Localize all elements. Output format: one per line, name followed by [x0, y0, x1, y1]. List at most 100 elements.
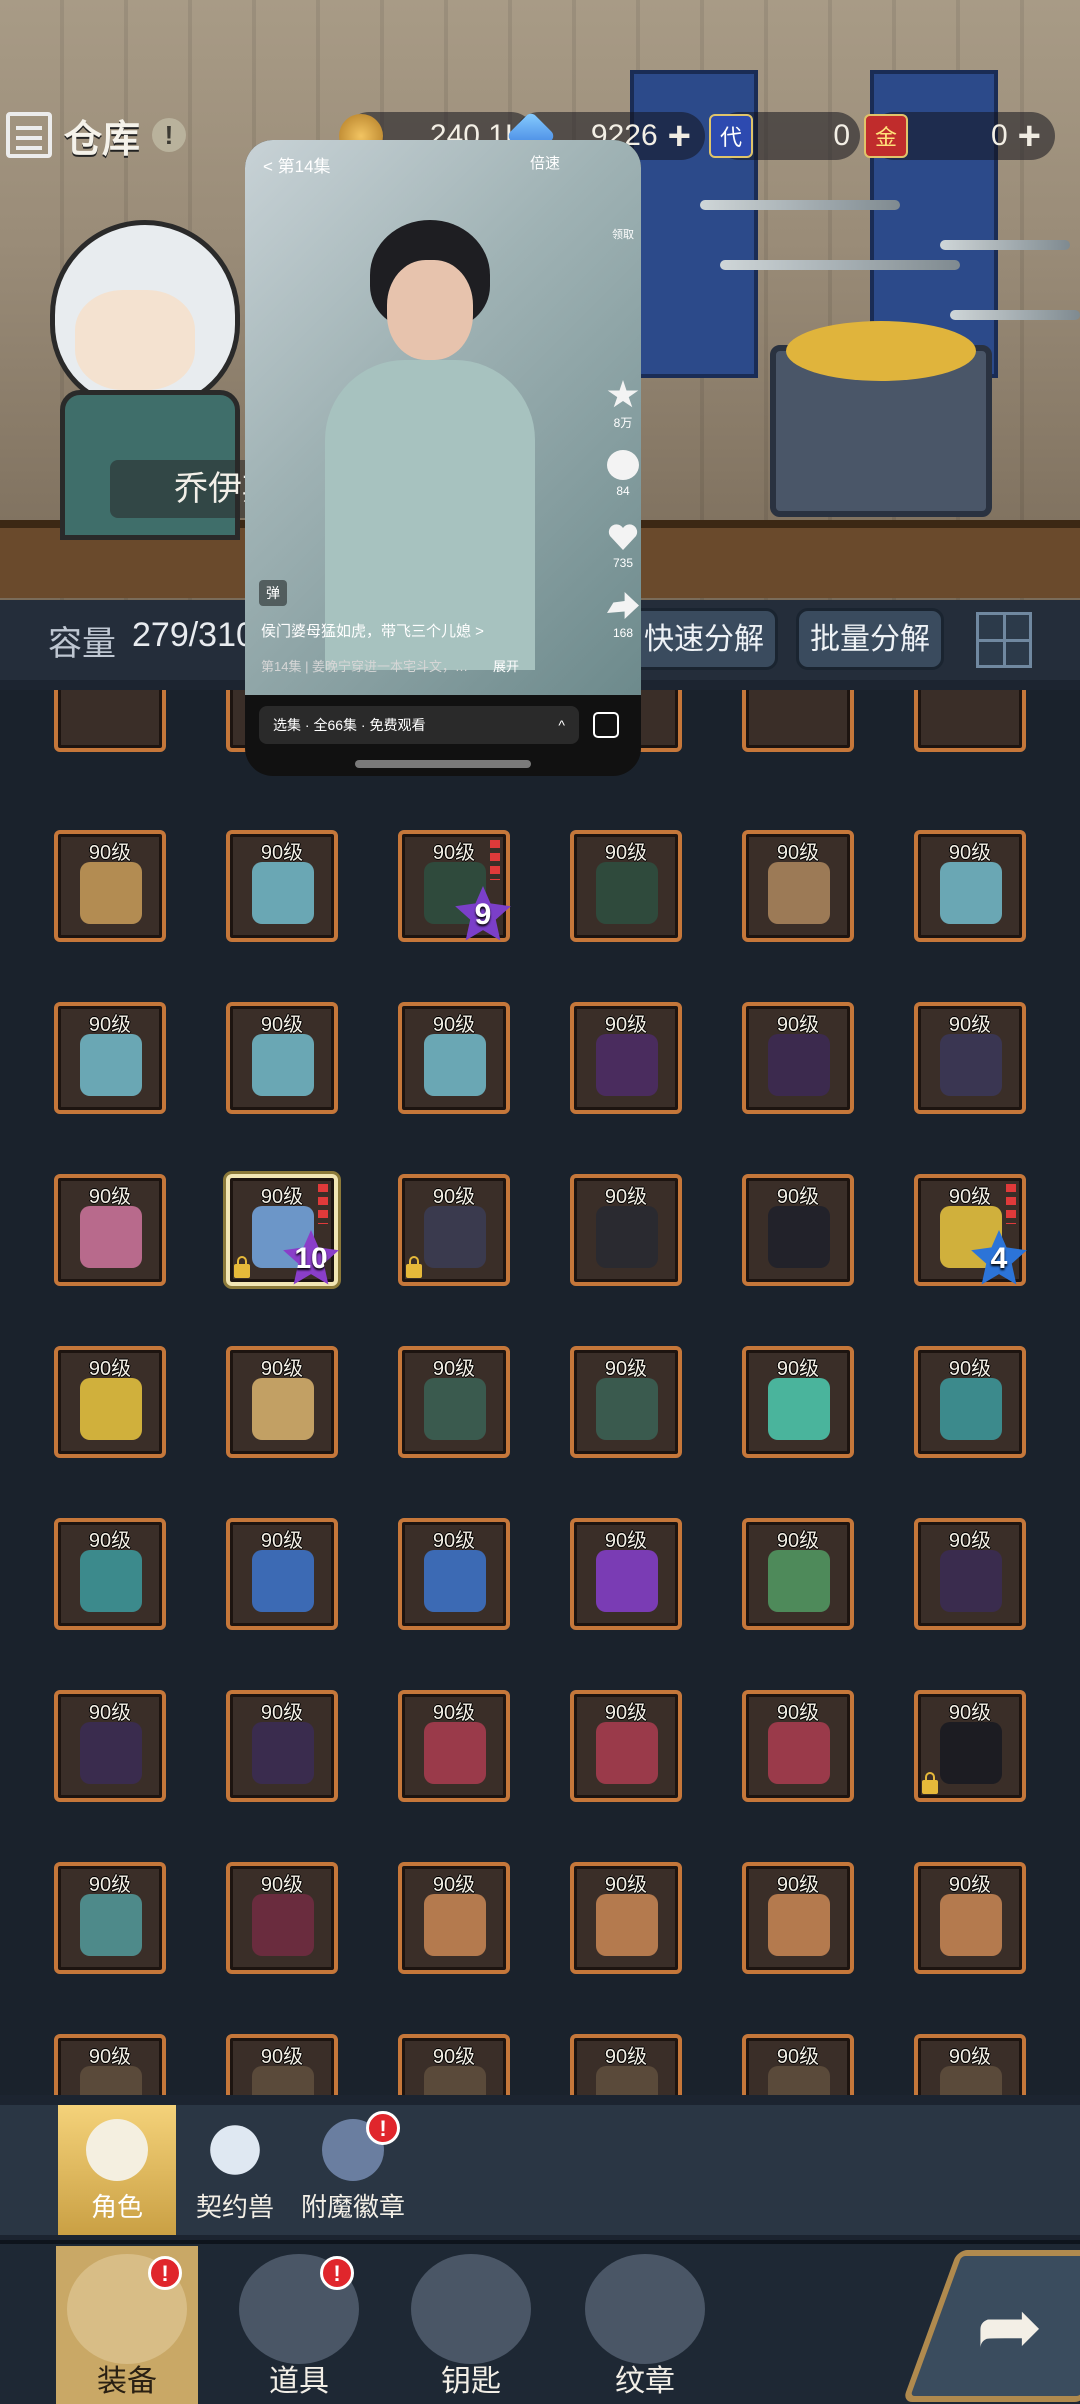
inventory-item[interactable]: 90级: [742, 830, 854, 942]
inventory-item[interactable]: 90级: [54, 1346, 166, 1458]
like-button[interactable]: 735: [605, 522, 641, 570]
inventory-item[interactable]: 90级: [570, 1174, 682, 1286]
inventory-item[interactable]: 90级: [226, 830, 338, 942]
drag-handle[interactable]: [355, 760, 531, 768]
inventory-item[interactable]: 90级: [54, 830, 166, 942]
inventory-item[interactable]: 90级: [226, 1346, 338, 1458]
blue-amulet-icon: [424, 1550, 486, 1612]
inventory-item[interactable]: 90级: [398, 1690, 510, 1802]
fullscreen-icon[interactable]: [593, 712, 619, 738]
item-level: 90级: [776, 1014, 820, 1036]
inventory-item[interactable]: 90级: [54, 2034, 166, 2095]
lock-icon: [234, 1256, 250, 1278]
bead-necklace-icon: [768, 1550, 830, 1612]
inventory-item[interactable]: 90级: [54, 1174, 166, 1286]
character-tabs: 角色 契约兽 附魔徽章 !: [0, 2105, 1080, 2235]
tab-enchant-emblem[interactable]: 附魔徽章 !: [294, 2105, 412, 2235]
item-level: 90级: [88, 1358, 132, 1380]
add-gold-card-button[interactable]: +: [1018, 112, 1055, 160]
episode-back[interactable]: < 第14集: [263, 152, 331, 177]
nav-equipment[interactable]: 装备 !: [56, 2246, 198, 2404]
teal-amulet-icon: [80, 1550, 142, 1612]
inventory-item[interactable]: 90级: [226, 1002, 338, 1114]
inventory-item[interactable]: [914, 690, 1026, 752]
inventory-item[interactable]: [742, 690, 854, 752]
inventory-item[interactable]: 90级: [914, 1862, 1026, 1974]
inventory-item[interactable]: 90级: [54, 1002, 166, 1114]
emblem-icon: [585, 2254, 705, 2364]
inventory-item[interactable]: 90级: [54, 1690, 166, 1802]
favorite-button[interactable]: 8万: [605, 380, 641, 431]
inventory-item[interactable]: 90级: [570, 830, 682, 942]
inventory-item[interactable]: 90级: [742, 2034, 854, 2095]
inventory-item[interactable]: 90级 4: [914, 1174, 1027, 1286]
share-button[interactable]: 168: [605, 592, 641, 640]
inventory-item[interactable]: 90级: [742, 1518, 854, 1630]
nav-emblems[interactable]: 纹章: [574, 2246, 716, 2404]
inventory-item[interactable]: 90级: [570, 1862, 682, 1974]
inventory-item[interactable]: 90级: [742, 1002, 854, 1114]
inventory-item[interactable]: 90级: [742, 1690, 854, 1802]
voucher-icon: 代: [709, 114, 753, 158]
item-level: 90级: [432, 1186, 476, 1208]
inventory-item[interactable]: 90级 10: [226, 1174, 339, 1286]
item-level: 90级: [432, 1530, 476, 1552]
expand-link[interactable]: 展开: [493, 656, 519, 675]
inventory-item[interactable]: 90级: [742, 1174, 854, 1286]
inventory-item[interactable]: [54, 690, 166, 752]
inventory-item[interactable]: 90级: [914, 1690, 1026, 1802]
video-title[interactable]: 侯门婆母猛如虎，带飞三个儿媳 >: [261, 620, 484, 641]
danmaku-toggle[interactable]: 弹: [259, 580, 287, 606]
item-level: 90级: [604, 1702, 648, 1724]
item-level: 90级: [88, 1702, 132, 1724]
item-level: 90级: [260, 2046, 304, 2068]
inventory-item[interactable]: 90级: [914, 1346, 1026, 1458]
inventory-item[interactable]: 90级: [914, 1518, 1026, 1630]
info-badge[interactable]: !: [152, 118, 187, 152]
gem-slots-icon: [318, 1184, 328, 1224]
nav-keys[interactable]: 钥匙: [400, 2246, 542, 2404]
inventory-item[interactable]: 90级: [54, 1518, 166, 1630]
inventory-item[interactable]: 90级: [742, 1862, 854, 1974]
inventory-item[interactable]: 90级: [398, 1174, 510, 1286]
video-subtitle: 第14集 | 姜晚宁穿进一本宅斗文，…: [261, 659, 469, 674]
inventory-item[interactable]: 90级: [54, 1862, 166, 1974]
inventory-item[interactable]: 90级: [570, 1002, 682, 1114]
tab-character[interactable]: 角色: [58, 2105, 176, 2235]
inventory-item[interactable]: 90级: [398, 1346, 510, 1458]
inventory-item[interactable]: 90级: [226, 1862, 338, 1974]
batch-disassemble-button[interactable]: 批量分解: [796, 608, 944, 670]
paw-icon: [210, 2125, 260, 2175]
inventory-item[interactable]: 90级: [226, 1518, 338, 1630]
quick-disassemble-button[interactable]: 快速分解: [630, 608, 778, 670]
comment-button[interactable]: 84: [605, 450, 641, 498]
episode-selector[interactable]: 选集 · 全66集 · 免费观看 ^: [259, 706, 579, 744]
inventory-item[interactable]: 90级: [914, 1002, 1026, 1114]
inventory-item[interactable]: 90级 9: [398, 830, 511, 942]
inventory-item[interactable]: 90级: [398, 1518, 510, 1630]
inventory-item[interactable]: 90级: [398, 1002, 510, 1114]
inventory-item[interactable]: 90级: [398, 2034, 510, 2095]
speed-button[interactable]: 倍速: [530, 152, 560, 173]
inventory-item[interactable]: 90级: [226, 2034, 338, 2095]
inventory-item[interactable]: 90级: [226, 1690, 338, 1802]
item-level: 90级: [604, 1358, 648, 1380]
inventory-item[interactable]: 90级: [570, 2034, 682, 2095]
inventory-item[interactable]: 90级: [742, 1346, 854, 1458]
inventory-item[interactable]: 90级: [914, 2034, 1026, 2095]
inventory-item[interactable]: 90级: [570, 1346, 682, 1458]
floating-video-player[interactable]: < 第14集 倍速 领取 8万 84 735 168 弹 侯门婆母猛如虎，带飞三…: [245, 140, 641, 776]
inventory-item[interactable]: 90级: [914, 830, 1026, 942]
inventory-item[interactable]: 90级: [570, 1518, 682, 1630]
inventory-item[interactable]: 90级: [398, 1862, 510, 1974]
tab-contract-beast[interactable]: 契约兽: [176, 2105, 294, 2235]
inventory-item[interactable]: 90级: [570, 1690, 682, 1802]
claim-button[interactable]: 领取: [605, 226, 641, 242]
add-crystal-button[interactable]: +: [668, 112, 705, 160]
white-boots-icon: [940, 1722, 1002, 1784]
bracer-icon: [596, 1378, 658, 1440]
nav-items[interactable]: 道具 !: [228, 2246, 370, 2404]
capacity-value: 279/310: [132, 616, 255, 654]
star-icon: [607, 380, 639, 408]
grid-view-toggle[interactable]: [976, 612, 1032, 668]
